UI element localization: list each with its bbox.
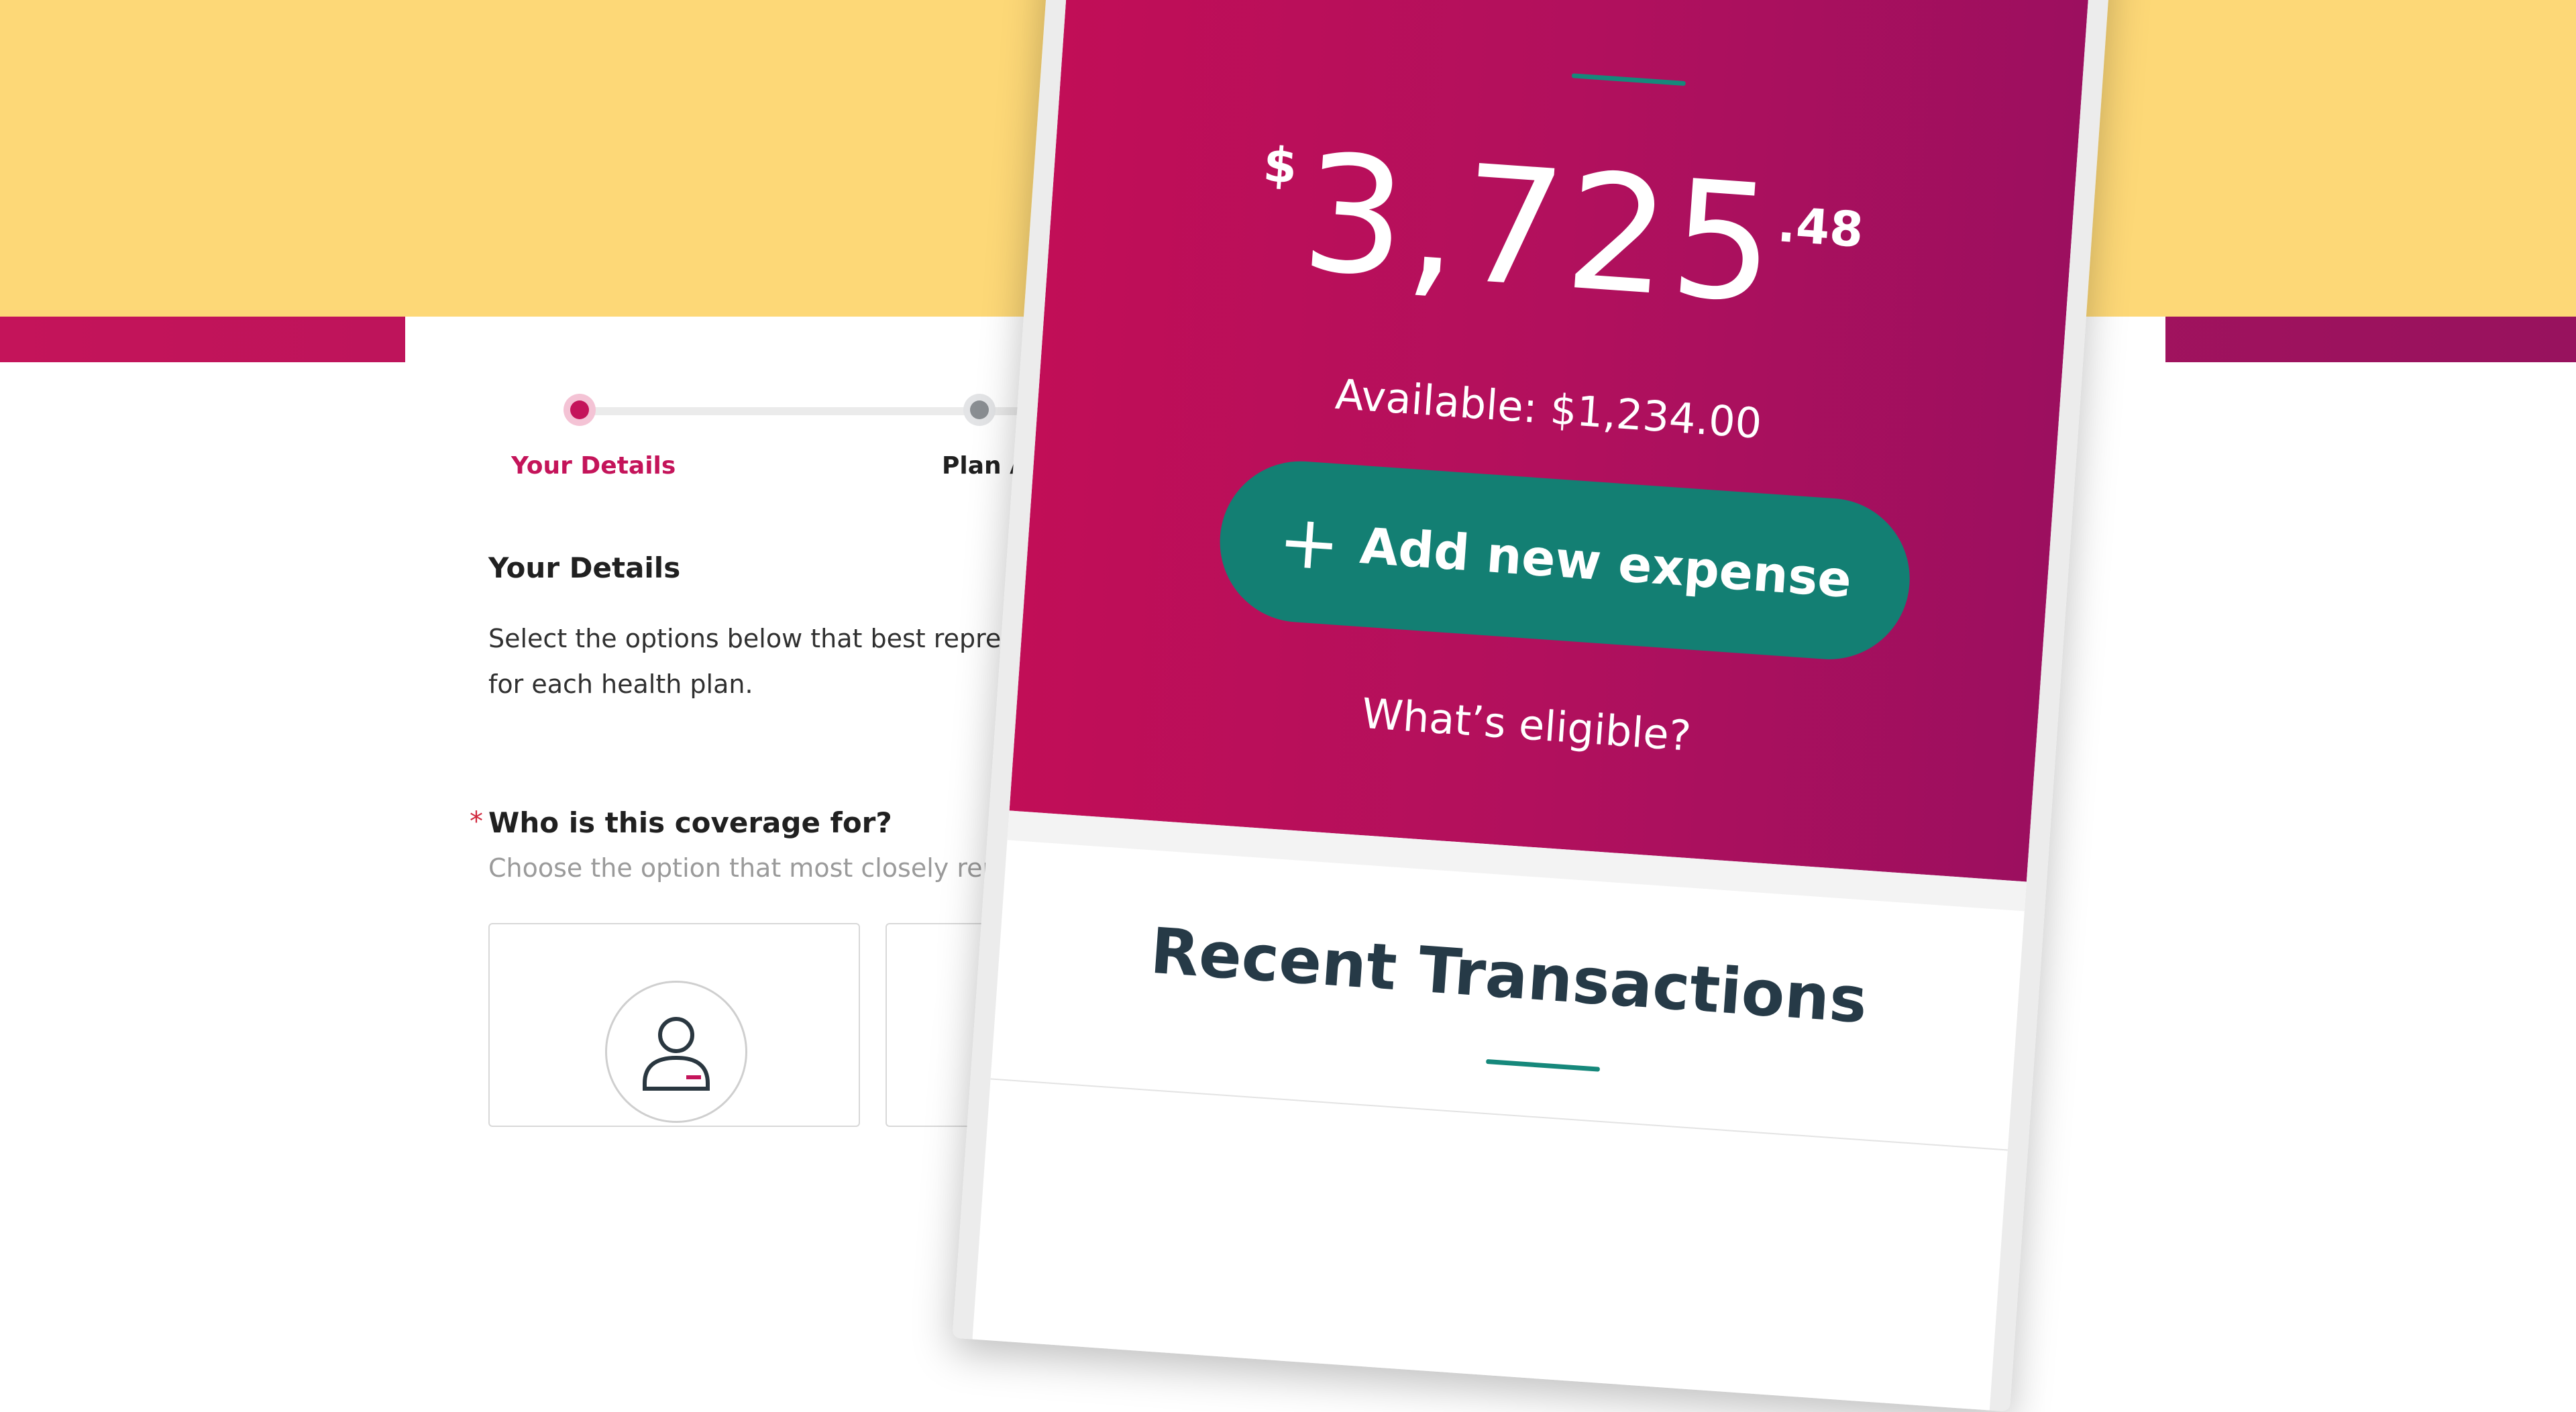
recent-accent-rule (1485, 1058, 1601, 1072)
balance-hero: $3,725.48 Available: $1,234.00 + Add new… (1009, 0, 2096, 882)
required-indicator: * (470, 806, 483, 837)
phone-mockup: $3,725.48 Available: $1,234.00 + Add new… (952, 0, 2118, 1412)
add-new-expense-button[interactable]: + Add new expense (1214, 455, 1915, 665)
balance-amount: $3,725.48 (1046, 101, 2076, 360)
coverage-hint: Choose the option that most closely repr… (488, 853, 1038, 883)
balance-whole: 3,725 (1296, 119, 1783, 339)
step-dot-your-details[interactable] (570, 400, 589, 419)
coverage-option-individual[interactable] (488, 923, 860, 1127)
recent-transactions-title: Recent Transactions (1148, 914, 1870, 1038)
available-balance: Available: $1,234.00 (1334, 369, 1764, 449)
phone-screen: $3,725.48 Available: $1,234.00 + Add new… (972, 0, 2096, 1411)
person-icon (605, 981, 747, 1123)
balance-currency: $ (1261, 135, 1299, 195)
section-title: Your Details (488, 551, 681, 584)
step-label-your-details[interactable]: Your Details (511, 452, 676, 480)
coverage-question: Who is this coverage for? (488, 806, 892, 839)
plus-icon: + (1275, 497, 1344, 588)
balance-cents: .48 (1776, 196, 1866, 258)
list-divider (990, 1078, 2008, 1151)
add-expense-label: Add new expense (1358, 517, 1854, 610)
whats-eligible-link[interactable]: What’s eligible? (1016, 665, 2037, 785)
hero-accent-rule (1571, 73, 1686, 87)
step-dot-plan-a[interactable] (970, 400, 989, 419)
